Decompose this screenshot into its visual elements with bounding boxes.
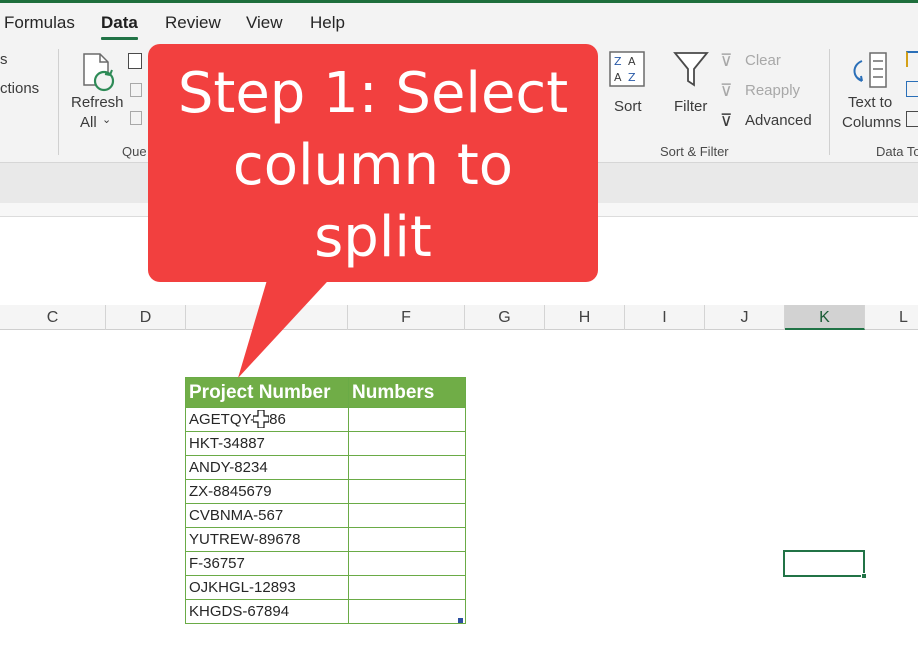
numbers-cell[interactable]	[348, 479, 466, 504]
callout-line-3: split	[314, 205, 432, 270]
sort-button[interactable]: Z A A Z Sort	[604, 47, 650, 117]
refresh-label: Refresh	[71, 94, 124, 111]
svg-text:A: A	[614, 71, 622, 84]
chevron-down-icon: ⌄	[102, 114, 112, 126]
refresh-all-button[interactable]: Refresh All ⌄	[66, 47, 128, 135]
cell-text: AGETQY-	[189, 411, 256, 428]
table-row: OJKHGL-12893	[185, 575, 466, 600]
group-divider	[829, 49, 830, 155]
column-header-h[interactable]: H	[545, 305, 625, 330]
table-row: CVBNMA-567	[185, 503, 466, 528]
queries-icon[interactable]	[128, 53, 142, 69]
clear-label: Clear	[745, 52, 781, 69]
column-header-c[interactable]: C	[0, 305, 106, 330]
sort-filter-group-label: Sort & Filter	[660, 144, 729, 159]
project-number-cell[interactable]: OJKHGL-12893	[185, 575, 349, 600]
remove-duplicates-icon[interactable]	[906, 81, 918, 97]
table-row: HKT-34887	[185, 431, 466, 456]
edit-links-icon[interactable]	[130, 111, 142, 125]
refresh-icon	[83, 53, 115, 92]
active-cell-selection[interactable]	[783, 550, 865, 577]
header-numbers[interactable]: Numbers	[348, 377, 466, 408]
project-number-cell[interactable]: F-36757	[185, 551, 349, 576]
project-number-cell[interactable]: ANDY-8234	[185, 455, 349, 480]
numbers-cell[interactable]	[348, 527, 466, 552]
numbers-cell[interactable]	[348, 575, 466, 600]
table-row: ZX-8845679	[185, 479, 466, 504]
filter-button[interactable]: Filter	[668, 47, 714, 117]
filter-icon	[673, 52, 709, 87]
svg-text:A: A	[628, 55, 636, 68]
cell-text: 86	[269, 411, 286, 428]
table-row: KHGDS-67894	[185, 599, 466, 624]
ribbon-tabs: Formulas Data Review View Help	[0, 3, 918, 41]
columns-label: Columns	[842, 114, 902, 131]
partial-connections-text[interactable]: ctions	[0, 80, 39, 97]
project-table: Project Number Numbers AGETQY- 86 HKT-348…	[185, 377, 466, 624]
tab-data[interactable]: Data	[101, 13, 138, 33]
column-header-j[interactable]: J	[705, 305, 785, 330]
data-validation-icon[interactable]	[906, 111, 918, 127]
advanced-filter-icon: ⊽	[720, 111, 733, 130]
callout-line-1: Step 1: Select	[177, 61, 569, 126]
project-number-cell[interactable]: KHGDS-67894	[185, 599, 349, 624]
reapply-label: Reapply	[745, 82, 801, 99]
table-resize-handle[interactable]	[458, 618, 463, 623]
tab-view[interactable]: View	[246, 13, 283, 33]
clear-button[interactable]: ⊽ Clear	[720, 51, 790, 73]
numbers-cell[interactable]	[348, 407, 466, 432]
project-number-cell[interactable]: HKT-34887	[185, 431, 349, 456]
callout-line-2: column to	[232, 133, 514, 198]
flash-fill-icon[interactable]	[906, 51, 918, 67]
project-number-cell[interactable]: ZX-8845679	[185, 479, 349, 504]
column-header-l[interactable]: L	[865, 305, 918, 330]
header-project-number[interactable]: Project Number	[185, 377, 349, 408]
numbers-cell[interactable]	[348, 431, 466, 456]
sort-icon: Z A A Z	[609, 51, 645, 87]
svg-text:Z: Z	[628, 71, 636, 84]
numbers-cell[interactable]	[348, 503, 466, 528]
tab-formulas[interactable]: Formulas	[4, 13, 75, 33]
text-to-columns-button[interactable]: Text to Columns	[838, 47, 904, 131]
text-to-label: Text to	[848, 94, 893, 111]
tab-review[interactable]: Review	[165, 13, 221, 33]
active-tab-indicator	[101, 37, 138, 40]
filter-label: Filter	[674, 98, 708, 115]
properties-icon[interactable]	[130, 83, 142, 97]
tab-help[interactable]: Help	[310, 13, 345, 33]
table-row: YUTREW-89678	[185, 527, 466, 552]
clear-filter-icon: ⊽	[720, 51, 733, 70]
table-row: ANDY-8234	[185, 455, 466, 480]
project-number-cell[interactable]: YUTREW-89678	[185, 527, 349, 552]
project-number-cell[interactable]: CVBNMA-567	[185, 503, 349, 528]
callout-text: Step 1: Select column to split	[148, 58, 598, 274]
text-to-columns-icon	[853, 52, 887, 88]
numbers-cell[interactable]	[348, 455, 466, 480]
reapply-button[interactable]: ⊽ Reapply	[720, 81, 810, 103]
fill-handle[interactable]	[861, 573, 867, 579]
column-header-k[interactable]: K	[785, 305, 865, 330]
numbers-cell[interactable]	[348, 551, 466, 576]
column-header-g[interactable]: G	[465, 305, 545, 330]
column-headers: C D F G H I J K L	[0, 305, 918, 330]
column-header-d[interactable]: D	[106, 305, 186, 330]
data-tools-group-label: Data To	[876, 144, 918, 159]
sort-label: Sort	[614, 98, 642, 115]
cell-cursor-icon	[253, 410, 269, 428]
advanced-label: Advanced	[745, 112, 812, 129]
numbers-cell[interactable]	[348, 599, 466, 624]
column-header-f[interactable]: F	[348, 305, 465, 330]
advanced-button[interactable]: ⊽ Advanced	[720, 111, 820, 133]
refresh-all-label: All	[80, 114, 97, 131]
svg-text:Z: Z	[614, 55, 622, 68]
table-header-row: Project Number Numbers	[185, 377, 466, 408]
column-header-i[interactable]: I	[625, 305, 705, 330]
partial-group-text: s	[0, 51, 8, 68]
queries-group-label: Que	[122, 144, 147, 159]
reapply-icon: ⊽	[720, 81, 733, 100]
column-header-e[interactable]	[186, 305, 348, 330]
table-row: AGETQY- 86	[185, 407, 466, 432]
table-row: F-36757	[185, 551, 466, 576]
group-divider	[58, 49, 59, 155]
